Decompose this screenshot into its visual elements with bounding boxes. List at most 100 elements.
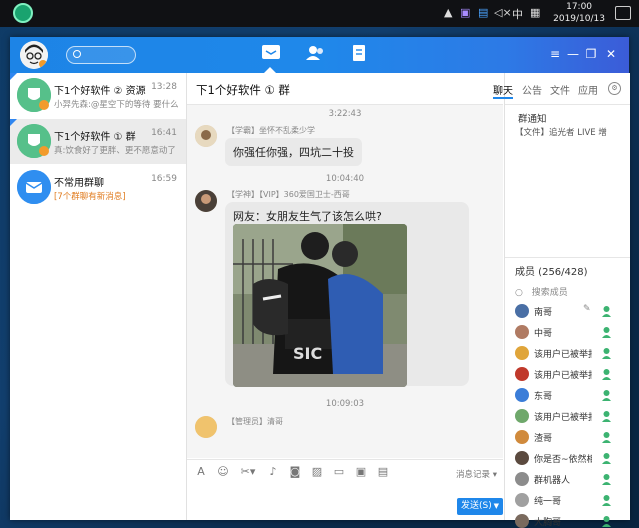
menu-button[interactable]: ≡ — [548, 47, 562, 61]
taskbar: ▲ ▣ ▤ ◁× 中 ▦ 17:00 2019/10/13 — [0, 0, 639, 27]
member-item[interactable]: 渣哥 — [515, 430, 625, 446]
message-input[interactable] — [187, 486, 503, 528]
tab-chat[interactable]: 聊天 — [493, 82, 513, 99]
conversation-name: 不常用群聊 — [54, 178, 104, 189]
member-item[interactable]: 南哥 ✎ — [515, 304, 625, 320]
member-role-icon — [601, 452, 612, 464]
tab-files[interactable]: 文件 — [550, 82, 570, 97]
conversation-list: 下1个好软件 ② 资源 13:28 小羿先森:@星空下的等待 要什么 下1个好软… — [10, 73, 187, 520]
member-name: 大胸哥 — [534, 518, 562, 528]
tray-expand-icon[interactable]: ▲ — [444, 6, 452, 19]
member-item[interactable]: 该用户已被举报 — [515, 346, 625, 362]
search-icon: ○ — [515, 288, 523, 298]
voice-icon[interactable]: ♪ — [267, 466, 279, 478]
gif-icon[interactable]: ◙ — [289, 466, 301, 478]
member-avatar — [515, 430, 529, 444]
member-avatar — [515, 367, 529, 381]
message-bubble[interactable]: 你强任你强，四坑二十投 — [225, 138, 362, 166]
tab-apps[interactable]: 应用 — [578, 82, 598, 97]
settings-icon[interactable]: ⚙ — [608, 82, 621, 95]
search-input[interactable] — [66, 46, 136, 64]
messages-icon — [262, 45, 280, 59]
message-timestamp: 3:22:43 — [328, 109, 362, 119]
search-icon — [73, 50, 81, 58]
pinned-flag — [10, 119, 17, 126]
tray-keyboard-icon[interactable]: ▦ — [530, 6, 540, 19]
tray-ime-label[interactable]: 中 — [512, 6, 523, 22]
member-avatar — [515, 409, 529, 423]
send-button[interactable]: 发送(S) ▼ — [457, 498, 503, 515]
message-timestamp: 10:04:40 — [325, 174, 365, 184]
message-area[interactable]: 3:22:43 【学霸】坐怀不乱柔少学 你强任你强，四坑二十投 10:04:40… — [187, 105, 503, 458]
member-item[interactable]: 该用户已被举报 — [515, 409, 625, 425]
member-role-icon — [601, 347, 612, 359]
message-history-link[interactable]: 消息记录 ▾ — [456, 468, 497, 480]
sender-avatar[interactable] — [195, 125, 217, 147]
member-item[interactable]: 东哥 — [515, 388, 625, 404]
member-avatar — [515, 472, 529, 486]
conversation-item[interactable]: 不常用群聊 16:59 [7个群聊有新消息] — [10, 165, 186, 210]
folder-icon[interactable]: ▭ — [333, 466, 345, 478]
member-item[interactable]: 大胸哥 — [515, 514, 625, 528]
notice-body[interactable]: 【文件】追光者 LIVE 增 — [515, 126, 627, 138]
close-button[interactable]: ✕ — [604, 47, 618, 61]
chat-header: 下1个好软件 ① 群 — [187, 73, 503, 105]
members-title: 成员 (256/428) — [515, 267, 588, 278]
member-name: 渣哥 — [534, 434, 553, 444]
calendar-icon[interactable]: ▤ — [377, 466, 389, 478]
conversation-time: 16:41 — [151, 128, 177, 138]
member-item[interactable]: 你是否~依然相 — [515, 451, 625, 467]
taskbar-clock[interactable]: 17:00 2019/10/13 — [553, 1, 605, 25]
tray-network-icon[interactable]: ▤ — [478, 6, 488, 19]
message-text: 网友：女朋友生气了该怎么哄? — [233, 210, 382, 223]
member-item[interactable]: 该用户已被举报 — [515, 367, 625, 383]
member-name: 该用户已被举报 — [534, 371, 592, 381]
tab-messages[interactable] — [259, 43, 283, 73]
sender-name[interactable]: 【学神】【VIP】360爱国卫士-西哥 — [227, 189, 350, 200]
screenshot-icon[interactable]: ✂▾ — [239, 466, 257, 478]
tab-contacts[interactable] — [303, 43, 327, 67]
conversation-time: 16:59 — [151, 174, 177, 184]
sender-name[interactable]: 【管理员】清哥 — [227, 416, 283, 427]
member-name: 纯一哥 — [534, 497, 562, 507]
start-app-icon[interactable] — [13, 3, 33, 23]
emoji-icon[interactable]: ☺ — [217, 466, 229, 478]
tab-notes[interactable] — [347, 43, 371, 67]
edit-icon[interactable]: ✎ — [583, 304, 591, 314]
conversation-item[interactable]: 下1个好软件 ② 资源 13:28 小羿先森:@星空下的等待 要什么 — [10, 73, 186, 118]
tab-announcements[interactable]: 公告 — [522, 82, 542, 97]
input-toolbar: A ☺ ✂▾ ♪ ◙ ▨ ▭ ▣ ▤ 消息记录 ▾ — [187, 459, 503, 486]
notification-icon[interactable] — [615, 6, 631, 20]
member-item[interactable]: 中哥 — [515, 325, 625, 341]
member-item[interactable]: 群机器人 — [515, 472, 625, 488]
conversation-item[interactable]: 下1个好软件 ① 群 16:41 真:饮食好了更胖、更不愿意动了 — [10, 119, 186, 164]
member-avatar — [515, 304, 529, 318]
member-avatar — [515, 451, 529, 465]
message-photo[interactable]: SIC — [233, 224, 407, 387]
member-search-input[interactable]: ○ 搜索成员 — [515, 285, 568, 298]
tray-volume-icon[interactable]: ◁× — [494, 6, 512, 19]
send-options-icon[interactable]: ▼ — [494, 498, 499, 515]
folder-avatar — [17, 170, 51, 204]
sender-avatar[interactable] — [195, 416, 217, 438]
sender-avatar[interactable] — [195, 190, 217, 212]
font-icon[interactable]: A — [195, 466, 207, 478]
conversation-preview: [7个群聊有新消息] — [54, 192, 126, 202]
minimize-button[interactable]: — — [566, 47, 580, 61]
maximize-button[interactable]: ❐ — [584, 47, 598, 61]
message-timestamp: 10:09:03 — [325, 399, 365, 409]
tray-app-icon[interactable]: ▣ — [460, 6, 470, 19]
member-item[interactable]: 纯一哥 — [515, 493, 625, 509]
apps-icon[interactable]: ▣ — [355, 466, 367, 478]
image-icon[interactable]: ▨ — [311, 466, 323, 478]
chat-panel: 下1个好软件 ① 群 3:22:43 【学霸】坐怀不乱柔少学 你强任你强，四坑二… — [187, 73, 503, 520]
member-role-icon — [601, 494, 612, 506]
pinned-flag — [10, 73, 17, 80]
my-avatar[interactable] — [20, 41, 48, 69]
member-role-icon — [601, 368, 612, 380]
divider — [505, 257, 630, 258]
group-avatar — [17, 124, 51, 158]
sender-name[interactable]: 【学霸】坐怀不乱柔少学 — [227, 125, 315, 136]
conversation-name: 下1个好软件 ② 资源 — [54, 86, 146, 97]
member-role-icon — [601, 389, 612, 401]
